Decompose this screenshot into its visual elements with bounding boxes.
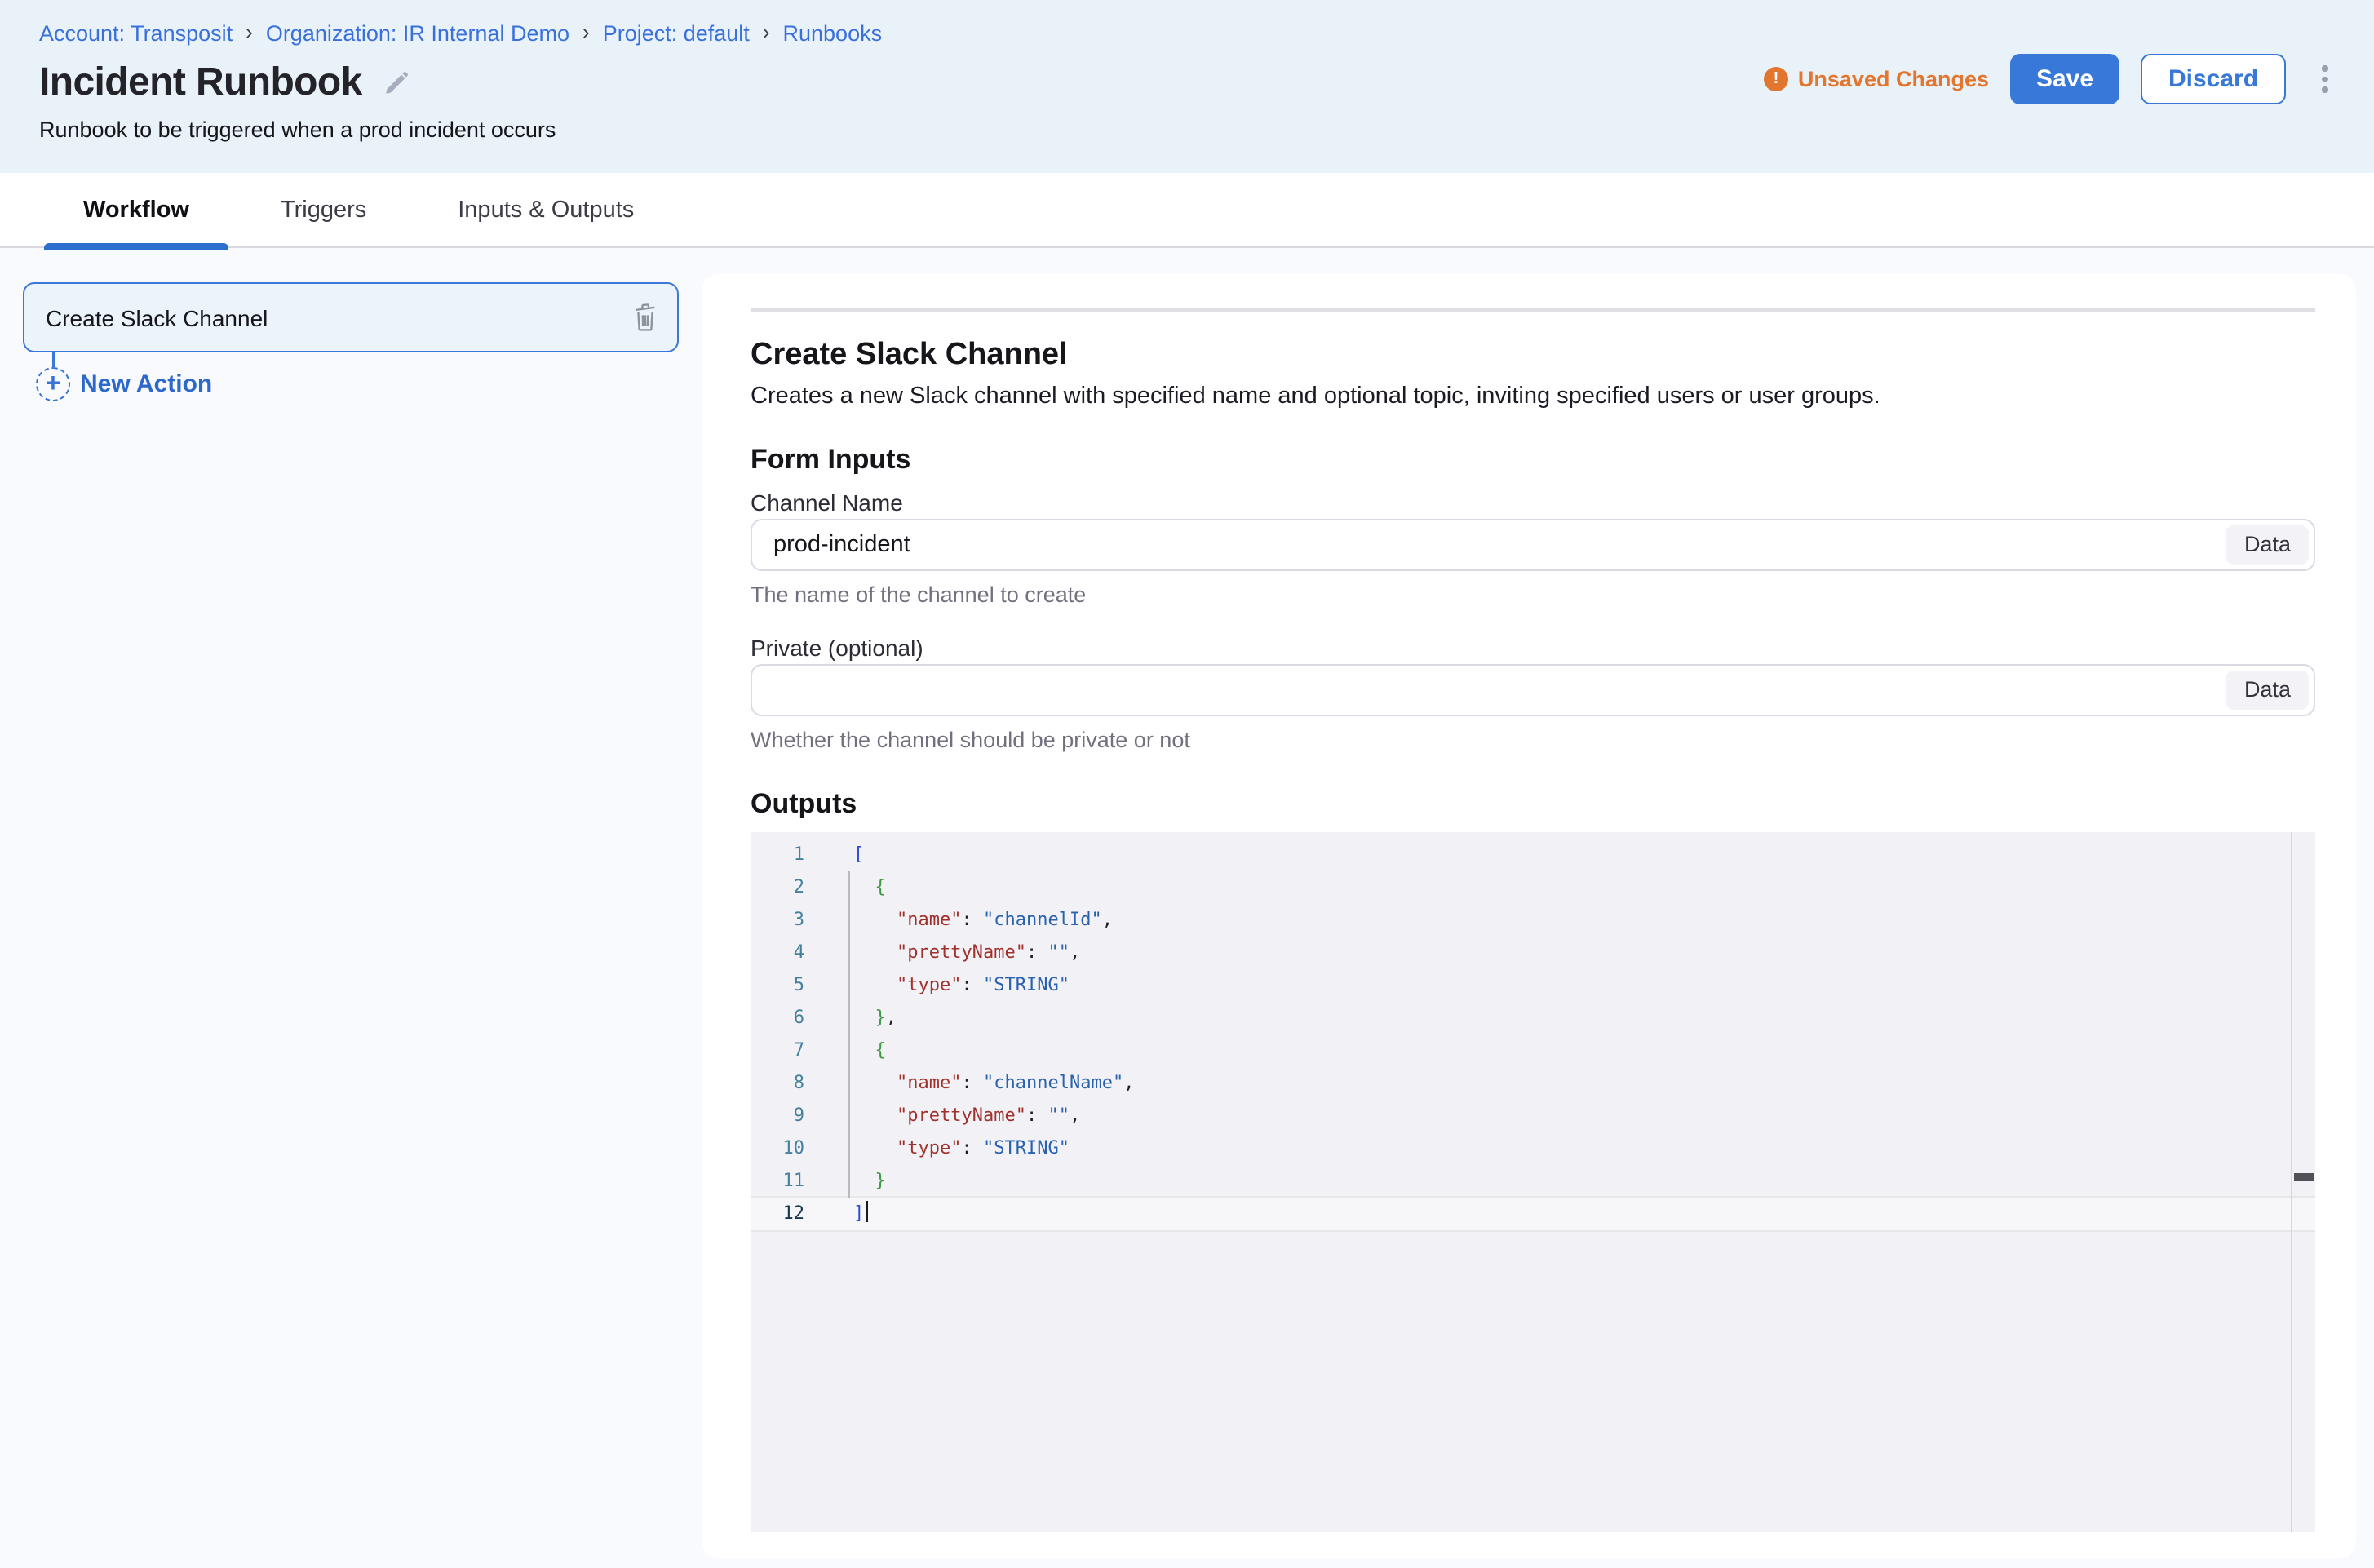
breadcrumb: Account: Transposit › Organization: IR I… — [39, 21, 2340, 46]
private-input[interactable] — [751, 663, 2315, 715]
unsaved-changes-label: Unsaved Changes — [1798, 67, 1989, 91]
channel-name-helper: The name of the channel to create — [751, 582, 2315, 608]
code-line-text: ] — [826, 1197, 868, 1229]
tab-workflow[interactable]: Workflow — [44, 173, 228, 246]
outputs-code-editor[interactable]: 1[2 {3 "name": "channelId",4 "prettyName… — [751, 831, 2315, 1531]
more-options-kebab-icon[interactable] — [2310, 58, 2340, 100]
line-number: 12 — [751, 1197, 826, 1229]
action-card-label: Create Slack Channel — [46, 304, 633, 330]
tab-triggers-label: Triggers — [281, 197, 366, 223]
discard-button[interactable]: Discard — [2141, 54, 2286, 104]
code-line-text: "type": "STRING" — [826, 1132, 1070, 1164]
code-line-text: "prettyName": "", — [826, 936, 1080, 968]
tab-inputs-outputs[interactable]: Inputs & Outputs — [419, 173, 673, 246]
line-number: 4 — [751, 936, 826, 968]
text-cursor — [866, 1201, 868, 1222]
code-line[interactable]: 2 { — [751, 870, 2315, 903]
private-helper: Whether the channel should be private or… — [751, 727, 2315, 753]
save-button[interactable]: Save — [2010, 54, 2119, 104]
code-line-text: "name": "channelName", — [826, 1066, 1134, 1099]
line-number: 1 — [751, 838, 826, 870]
form-inputs-heading: Form Inputs — [751, 441, 2315, 476]
code-line-text: "name": "channelId", — [826, 903, 1113, 936]
page-title: Incident Runbook — [39, 60, 362, 106]
line-number: 6 — [751, 1001, 826, 1034]
code-line-text: "type": "STRING" — [826, 968, 1070, 1001]
channel-name-field-row: Data — [751, 518, 2315, 570]
workflow-steps-panel: Create Slack Channel + New Action — [0, 248, 702, 1568]
action-title: Create Slack Channel — [751, 335, 2315, 374]
private-data-button[interactable]: Data — [2226, 670, 2309, 709]
top-divider — [751, 308, 2315, 311]
line-number: 5 — [751, 968, 826, 1001]
page-header: Account: Transposit › Organization: IR I… — [0, 0, 2374, 173]
code-line[interactable]: 9 "prettyName": "", — [751, 1099, 2315, 1132]
code-line[interactable]: 5 "type": "STRING" — [751, 968, 2315, 1001]
indent-guide-line — [848, 870, 850, 1197]
line-number: 10 — [751, 1132, 826, 1164]
new-action-label: New Action — [80, 370, 212, 398]
breadcrumb-separator-icon: › — [582, 20, 590, 44]
line-number: 7 — [751, 1034, 826, 1066]
breadcrumb-separator-icon: › — [246, 20, 253, 44]
editor-scrollbar-thumb[interactable] — [2294, 1172, 2314, 1180]
breadcrumb-project[interactable]: Project: default — [603, 21, 750, 46]
code-line-text: { — [826, 1034, 886, 1066]
workflow-connector-line — [52, 352, 55, 367]
breadcrumb-separator-icon: › — [763, 20, 770, 44]
line-number: 11 — [751, 1164, 826, 1197]
tab-inputs-outputs-label: Inputs & Outputs — [458, 197, 634, 223]
breadcrumb-runbooks[interactable]: Runbooks — [783, 21, 883, 46]
new-action-button[interactable]: + New Action — [36, 367, 212, 401]
channel-name-input[interactable] — [751, 518, 2315, 570]
channel-name-data-button[interactable]: Data — [2226, 525, 2309, 564]
line-number: 2 — [751, 870, 826, 903]
tab-bar: Workflow Triggers Inputs & Outputs — [0, 173, 2374, 248]
code-line[interactable]: 1[ — [751, 838, 2315, 870]
code-line[interactable]: 4 "prettyName": "", — [751, 936, 2315, 968]
code-line[interactable]: 6 }, — [751, 1001, 2315, 1034]
code-line-text: { — [826, 870, 886, 903]
app-window: Account: Transposit › Organization: IR I… — [0, 0, 2374, 1568]
line-number: 8 — [751, 1066, 826, 1099]
action-description: Creates a new Slack channel with specifi… — [751, 379, 2315, 412]
code-line-text: [ — [826, 838, 864, 870]
plus-circle-icon: + — [36, 367, 70, 401]
warning-icon: ! — [1764, 67, 1788, 91]
code-line[interactable]: 3 "name": "channelId", — [751, 903, 2315, 936]
outputs-heading: Outputs — [751, 786, 2315, 820]
code-line-text: "prettyName": "", — [826, 1099, 1080, 1132]
code-line-text: } — [826, 1164, 886, 1197]
code-line[interactable]: 12] — [751, 1197, 2315, 1229]
page-subtitle: Runbook to be triggered when a prod inci… — [39, 117, 2340, 142]
private-field-row: Data — [751, 663, 2315, 715]
action-detail-panel: Create Slack Channel Creates a new Slack… — [702, 274, 2356, 1558]
editor-scrollbar-track — [2291, 831, 2292, 1531]
edit-title-icon[interactable] — [385, 72, 408, 95]
code-line[interactable]: 10 "type": "STRING" — [751, 1132, 2315, 1164]
code-line[interactable]: 8 "name": "channelName", — [751, 1066, 2315, 1099]
line-number: 3 — [751, 903, 826, 936]
channel-name-label: Channel Name — [751, 487, 2315, 516]
code-line[interactable]: 11 } — [751, 1164, 2315, 1197]
tab-workflow-label: Workflow — [83, 197, 189, 223]
unsaved-changes-status: ! Unsaved Changes — [1764, 67, 1989, 91]
delete-action-trash-icon[interactable] — [633, 303, 658, 331]
tab-triggers[interactable]: Triggers — [241, 173, 405, 246]
private-label: Private (optional) — [751, 632, 2315, 662]
code-lines: 1[2 {3 "name": "channelId",4 "prettyName… — [751, 838, 2315, 1229]
line-number: 9 — [751, 1099, 826, 1132]
breadcrumb-account[interactable]: Account: Transposit — [39, 21, 233, 46]
code-line-text: }, — [826, 1001, 897, 1034]
breadcrumb-organization[interactable]: Organization: IR Internal Demo — [266, 21, 569, 46]
code-line[interactable]: 7 { — [751, 1034, 2315, 1066]
action-card-create-slack-channel[interactable]: Create Slack Channel — [23, 282, 679, 352]
